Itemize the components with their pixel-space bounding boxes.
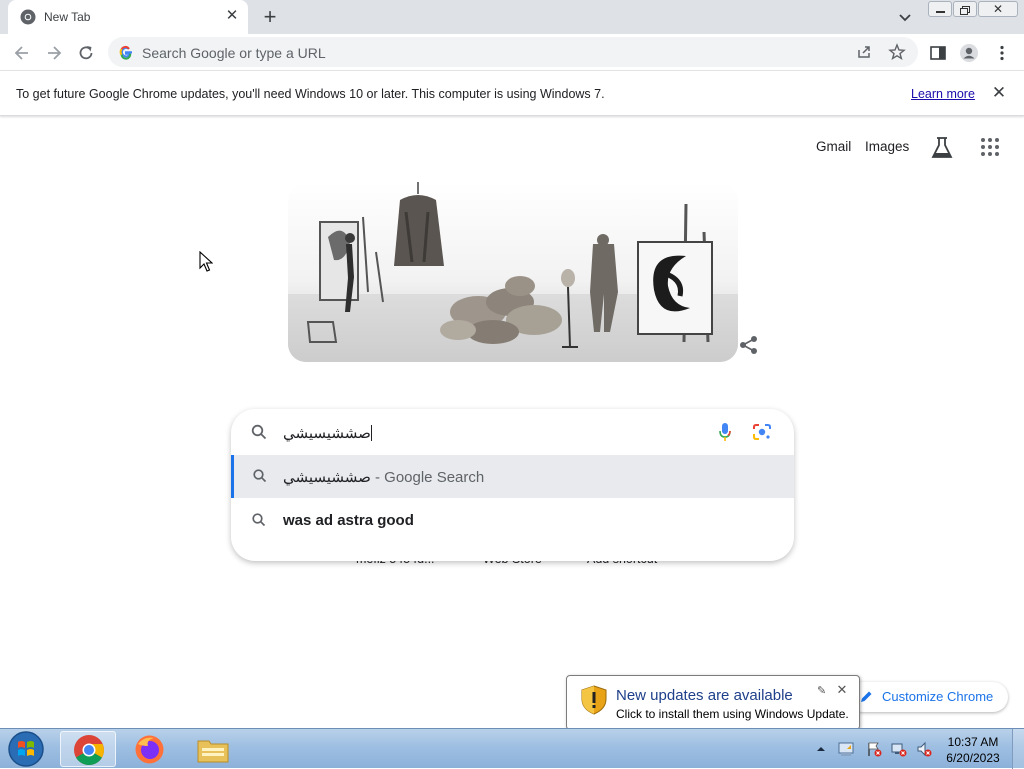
suggestion-row-2[interactable]: was ad astra good (231, 499, 794, 542)
infobar-close-icon[interactable]: ✕ (990, 84, 1008, 102)
minimize-button[interactable] (928, 1, 952, 17)
gmail-link[interactable]: Gmail (816, 139, 851, 154)
google-apps-grid-icon[interactable] (980, 137, 1000, 157)
google-g-icon (119, 45, 132, 60)
search-icon (251, 424, 267, 440)
profile-avatar-icon[interactable] (959, 43, 979, 63)
tab-close-icon[interactable]: ✕ (224, 8, 240, 24)
show-desktop-button[interactable] (1012, 729, 1024, 769)
notification-close-icon[interactable]: ✕ (835, 683, 849, 697)
taskbar-chrome[interactable] (60, 731, 116, 767)
clock-time: 10:37 AM (947, 735, 999, 749)
bookmark-star-icon[interactable] (888, 43, 906, 61)
start-button-icon[interactable] (6, 730, 46, 768)
suggestion-row-1[interactable]: صششيسيشي - Google Search (231, 455, 794, 498)
firefox-app-icon (135, 735, 164, 764)
doodle-share-icon[interactable] (738, 334, 760, 356)
address-bar[interactable]: Search Google or type a URL (108, 37, 918, 67)
folder-app-icon (197, 740, 229, 763)
new-tab-button[interactable]: + (258, 6, 282, 28)
reload-icon[interactable] (76, 43, 96, 63)
clock-date: 6/20/2023 (946, 751, 1000, 765)
tab-search-chevron-icon[interactable] (896, 8, 914, 26)
chrome-app-icon (74, 735, 104, 766)
suggestion-text: صششيسيشي - Google Search (283, 469, 485, 486)
search-input[interactable]: صششيسيشي (231, 409, 794, 455)
windows-update-notification[interactable]: New updates are available Click to insta… (566, 675, 860, 730)
show-hidden-icons-arrow-icon[interactable] (813, 741, 829, 757)
search-icon (253, 469, 267, 483)
chrome-menu-icon[interactable] (992, 43, 1012, 63)
system-clock[interactable]: 10:37 AM 6/20/2023 (940, 734, 1006, 766)
close-window-button[interactable]: ✕ (978, 1, 1018, 17)
share-page-icon[interactable] (856, 44, 872, 60)
windows-taskbar: 10:37 AM 6/20/2023 (0, 728, 1024, 769)
address-placeholder: Search Google or type a URL (142, 45, 326, 61)
restore-button[interactable] (953, 1, 977, 17)
back-arrow-icon[interactable] (12, 43, 32, 63)
labs-flask-icon[interactable] (930, 135, 954, 161)
network-icon[interactable] (891, 741, 907, 757)
forward-arrow-icon[interactable] (44, 43, 64, 63)
learn-more-link[interactable]: Learn more (911, 87, 975, 101)
toolbar: Search Google or type a URL (0, 34, 1024, 71)
action-center-flag-icon[interactable] (866, 741, 882, 757)
infobar-message: To get future Google Chrome updates, you… (16, 87, 605, 101)
google-top-links: Gmail Images (0, 137, 1024, 159)
volume-muted-icon[interactable] (916, 741, 932, 757)
tab-new-tab[interactable]: New Tab ✕ (8, 0, 248, 34)
windows-update-tray-icon[interactable] (838, 741, 854, 757)
search-icon (252, 513, 266, 527)
taskbar-explorer[interactable] (185, 731, 241, 767)
security-shield-icon (581, 685, 607, 715)
customize-chrome-button[interactable]: Customize Chrome (848, 682, 1008, 712)
side-panel-icon[interactable] (928, 43, 948, 63)
images-link[interactable]: Images (865, 139, 909, 154)
tab-strip: New Tab ✕ + ✕ (0, 0, 1024, 34)
tab-title: New Tab (44, 10, 91, 24)
suggestion-text: was ad astra good (283, 512, 414, 529)
chrome-favicon-icon (20, 9, 36, 25)
search-query: صششيسيشي (283, 425, 372, 442)
customize-chrome-label: Customize Chrome (882, 689, 994, 704)
voice-search-mic-icon[interactable] (718, 422, 732, 442)
notification-title: New updates are available (616, 687, 793, 704)
update-infobar: To get future Google Chrome updates, you… (0, 71, 1024, 116)
notification-subtitle: Click to install them using Windows Upda… (616, 707, 849, 721)
text-caret (370, 425, 372, 441)
google-doodle[interactable] (288, 182, 738, 362)
options-wrench-icon[interactable]: ✎ (817, 684, 829, 697)
search-suggestions-box: صششيسيشي صششيسيشي - Google Search was ad… (231, 409, 794, 561)
pencil-icon (861, 691, 872, 702)
google-lens-camera-icon[interactable] (752, 423, 772, 441)
taskbar-firefox[interactable] (122, 731, 178, 767)
mouse-cursor-icon (199, 251, 213, 272)
